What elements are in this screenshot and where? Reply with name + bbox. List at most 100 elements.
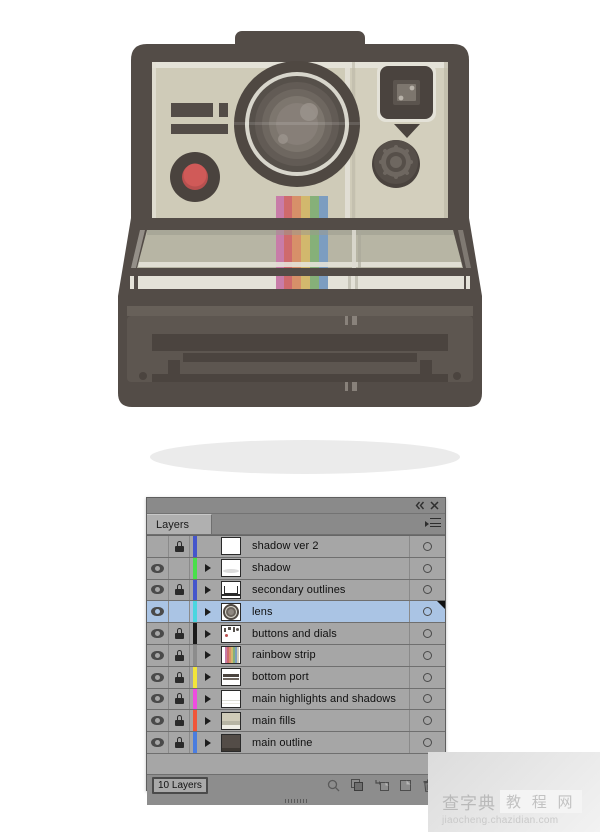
layer-thumbnail[interactable] bbox=[217, 623, 245, 644]
layer-color-swatch bbox=[190, 579, 199, 601]
layer-thumbnail[interactable] bbox=[217, 558, 245, 579]
layer-row-lens[interactable]: lens bbox=[147, 601, 445, 624]
disclosure-triangle-icon[interactable] bbox=[205, 716, 211, 725]
layer-thumbnail[interactable] bbox=[217, 601, 245, 622]
tab-layers[interactable]: Layers bbox=[147, 514, 212, 534]
layer-name[interactable]: shadow bbox=[245, 558, 409, 579]
layer-row-main-outline[interactable]: main outline bbox=[147, 732, 445, 754]
target-indicator[interactable] bbox=[409, 557, 445, 579]
eye-icon bbox=[151, 738, 164, 748]
locate-object-icon[interactable] bbox=[327, 779, 340, 792]
layers-panel[interactable]: Layers shadow ver 2 shadow secondary outli… bbox=[146, 497, 446, 805]
layer-name[interactable]: lens bbox=[245, 601, 409, 622]
disclosure-triangle-icon[interactable] bbox=[205, 629, 211, 638]
target-indicator[interactable] bbox=[409, 732, 445, 753]
expand-toggle[interactable] bbox=[199, 558, 217, 579]
layer-color-swatch bbox=[190, 557, 199, 579]
lock-toggle[interactable] bbox=[169, 623, 190, 644]
expand-toggle[interactable] bbox=[199, 580, 217, 601]
close-panel-button[interactable] bbox=[427, 499, 441, 513]
new-sublayer-icon[interactable] bbox=[375, 779, 389, 792]
panel-menu-icon[interactable] bbox=[425, 518, 441, 530]
newlayer-glyph bbox=[400, 780, 411, 792]
expand-toggle[interactable] bbox=[199, 710, 217, 731]
layer-thumbnail[interactable] bbox=[217, 536, 245, 557]
layer-row-bottom-port[interactable]: bottom port bbox=[147, 666, 445, 689]
lock-toggle[interactable] bbox=[169, 579, 190, 601]
disclosure-triangle-icon[interactable] bbox=[205, 673, 211, 682]
expand-toggle[interactable] bbox=[199, 645, 217, 666]
target-indicator[interactable] bbox=[409, 710, 445, 732]
panel-resize-grip[interactable] bbox=[147, 796, 445, 805]
eye-icon bbox=[151, 650, 164, 660]
layer-name[interactable]: main outline bbox=[245, 732, 409, 753]
target-indicator[interactable] bbox=[409, 666, 445, 688]
layer-thumbnail[interactable] bbox=[217, 667, 245, 688]
lock-toggle[interactable] bbox=[169, 688, 190, 710]
layer-thumbnail[interactable] bbox=[217, 689, 245, 710]
disclosure-triangle-icon[interactable] bbox=[205, 738, 211, 747]
expand-toggle[interactable] bbox=[199, 601, 217, 622]
layer-name[interactable]: buttons and dials bbox=[245, 623, 409, 644]
layer-name[interactable]: secondary outlines bbox=[245, 580, 409, 601]
collapse-panel-button[interactable] bbox=[413, 499, 427, 513]
visibility-toggle[interactable] bbox=[147, 536, 169, 557]
layer-thumbnail[interactable] bbox=[217, 645, 245, 666]
lock-toggle[interactable] bbox=[169, 601, 190, 623]
layer-name[interactable]: shadow ver 2 bbox=[245, 536, 409, 557]
disclosure-triangle-icon[interactable] bbox=[205, 694, 211, 703]
target-indicator[interactable] bbox=[409, 623, 445, 644]
visibility-toggle[interactable] bbox=[147, 557, 169, 579]
expand-toggle[interactable] bbox=[199, 689, 217, 710]
visibility-toggle[interactable] bbox=[147, 688, 169, 710]
layer-thumbnail[interactable] bbox=[217, 710, 245, 731]
lock-toggle[interactable] bbox=[169, 644, 190, 666]
expand-toggle[interactable] bbox=[199, 667, 217, 688]
visibility-toggle[interactable] bbox=[147, 710, 169, 732]
layer-row-buttons-and-dials[interactable]: buttons and dials bbox=[147, 623, 445, 645]
expand-toggle[interactable] bbox=[199, 536, 217, 557]
visibility-toggle[interactable] bbox=[147, 623, 169, 644]
target-circle-icon bbox=[423, 541, 432, 551]
lock-toggle[interactable] bbox=[169, 710, 190, 732]
disclosure-triangle-icon[interactable] bbox=[205, 607, 211, 616]
target-indicator[interactable] bbox=[409, 579, 445, 601]
lock-toggle[interactable] bbox=[169, 732, 190, 753]
layer-thumbnail[interactable] bbox=[217, 732, 245, 753]
clipping-mask-icon[interactable] bbox=[351, 779, 364, 792]
layer-name[interactable]: bottom port bbox=[245, 667, 409, 688]
layer-name[interactable]: rainbow strip bbox=[245, 645, 409, 666]
layer-thumbnail[interactable] bbox=[217, 580, 245, 601]
lock-toggle[interactable] bbox=[169, 666, 190, 688]
eye-icon bbox=[151, 585, 164, 595]
target-indicator[interactable] bbox=[409, 536, 445, 557]
target-indicator[interactable] bbox=[409, 644, 445, 666]
layer-color-swatch bbox=[190, 623, 199, 644]
layer-name[interactable]: main highlights and shadows bbox=[245, 689, 409, 710]
layer-row-main-highlights-and-shadows[interactable]: main highlights and shadows bbox=[147, 688, 445, 711]
visibility-toggle[interactable] bbox=[147, 601, 169, 623]
layer-row-rainbow-strip[interactable]: rainbow strip bbox=[147, 644, 445, 667]
visibility-toggle[interactable] bbox=[147, 579, 169, 601]
panel-tabbar: Layers bbox=[147, 514, 445, 535]
layer-row-shadow[interactable]: shadow bbox=[147, 557, 445, 580]
visibility-toggle[interactable] bbox=[147, 666, 169, 688]
layer-name[interactable]: main fills bbox=[245, 710, 409, 731]
grip-lines bbox=[285, 798, 307, 803]
visibility-toggle[interactable] bbox=[147, 732, 169, 753]
lock-toggle[interactable] bbox=[169, 557, 190, 579]
layer-row-secondary-outlines[interactable]: secondary outlines bbox=[147, 579, 445, 602]
expand-toggle[interactable] bbox=[199, 732, 217, 753]
disclosure-triangle-icon[interactable] bbox=[205, 585, 211, 594]
visibility-toggle[interactable] bbox=[147, 644, 169, 666]
target-indicator[interactable] bbox=[409, 688, 445, 710]
disclosure-triangle-icon[interactable] bbox=[205, 564, 211, 573]
expand-toggle[interactable] bbox=[199, 623, 217, 644]
disclosure-triangle-icon[interactable] bbox=[205, 651, 211, 660]
layer-list[interactable]: shadow ver 2 shadow secondary outlines lens… bbox=[147, 535, 445, 754]
layer-row-shadow-ver-2[interactable]: shadow ver 2 bbox=[147, 536, 445, 558]
lock-toggle[interactable] bbox=[169, 536, 190, 557]
lock-icon bbox=[174, 693, 184, 705]
layer-row-main-fills[interactable]: main fills bbox=[147, 710, 445, 733]
new-layer-icon[interactable] bbox=[399, 779, 412, 792]
